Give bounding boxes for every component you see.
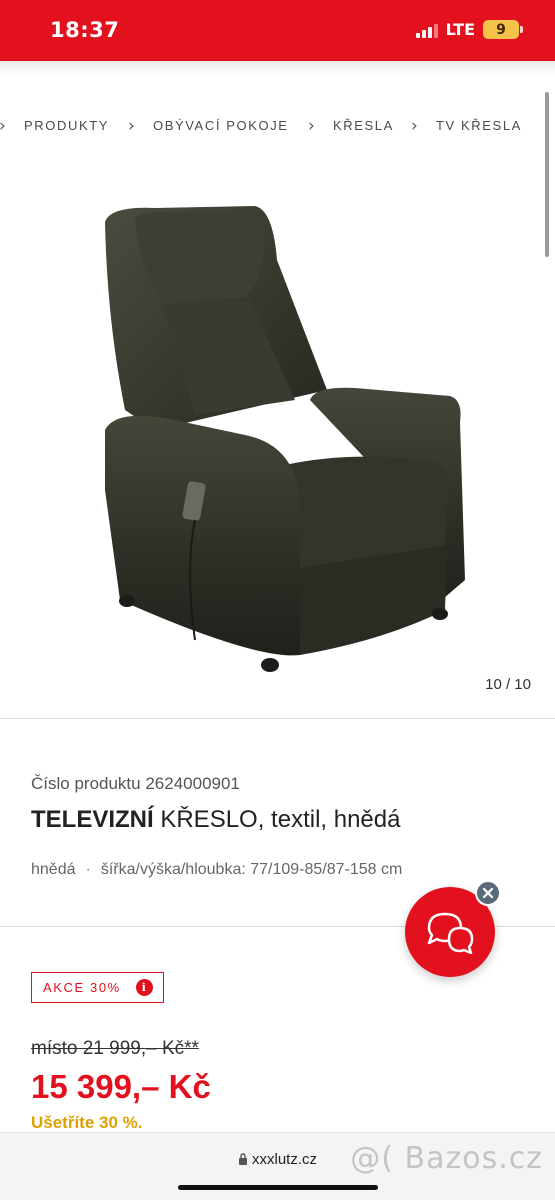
old-price: místo 21 999,– Kč** [31,1038,199,1059]
lock-icon [238,1153,247,1165]
current-price: 15 399,– Kč [31,1068,211,1105]
status-indicators: LTE 9 [415,20,523,39]
breadcrumb-item-kresla[interactable]: KŘESLA [333,118,394,133]
info-icon[interactable]: i [136,979,153,996]
product-image[interactable] [95,200,475,680]
battery-level: 9 [496,21,506,38]
header-shadow [0,61,555,75]
battery-icon: 9 [483,20,523,39]
signal-icon [415,22,438,38]
sale-badge[interactable]: AKCE 30% i [31,972,164,1003]
product-dimensions: šířka/výška/hloubka: 77/109-85/87-158 cm [100,861,403,878]
status-time: 18:37 [50,18,120,42]
chevron-right-icon: › [308,116,317,136]
product-color: hnědá [31,861,76,878]
product-title-rest: KŘESLO, textil, hnědá [153,806,401,833]
home-indicator[interactable] [178,1185,378,1190]
chevron-right-icon: › [0,116,7,136]
chat-icon [427,912,474,954]
watermark: @( Bazos.cz [350,1141,543,1176]
product-attributes: hnědá · šířka/výška/hloubka: 77/109-85/87-… [31,861,402,879]
close-icon[interactable] [475,880,501,906]
breadcrumb-item-tv-kresla[interactable]: TV KŘESLA [436,118,522,133]
browser-url-bar[interactable]: xxxlutz.cz @( Bazos.cz [0,1132,555,1200]
product-title: TELEVIZNÍ KŘESLO, textil, hnědá [31,806,400,834]
network-label: LTE [445,20,475,39]
sale-badge-label: AKCE 30% [43,980,121,995]
divider [0,718,555,719]
url-text: xxxlutz.cz [251,1151,317,1168]
separator-dot: · [85,861,91,878]
scrollbar[interactable] [545,92,549,257]
breadcrumb-item-obyvaci-pokoje[interactable]: OBÝVACÍ POKOJE [153,118,289,133]
chevron-right-icon: › [128,116,137,136]
gallery-counter: 10 / 10 [485,676,531,693]
chevron-right-icon: › [411,116,420,136]
breadcrumb: › PRODUKTY › OBÝVACÍ POKOJE › KŘESLA › T… [0,115,555,139]
product-title-bold: TELEVIZNÍ [31,806,154,833]
savings-text: Ušetříte 30 %. [31,1113,143,1132]
status-bar: 18:37 LTE 9 [0,0,555,61]
product-number: Číslo produktu 2624000901 [31,774,240,793]
breadcrumb-item-produkty[interactable]: PRODUKTY [24,118,109,133]
